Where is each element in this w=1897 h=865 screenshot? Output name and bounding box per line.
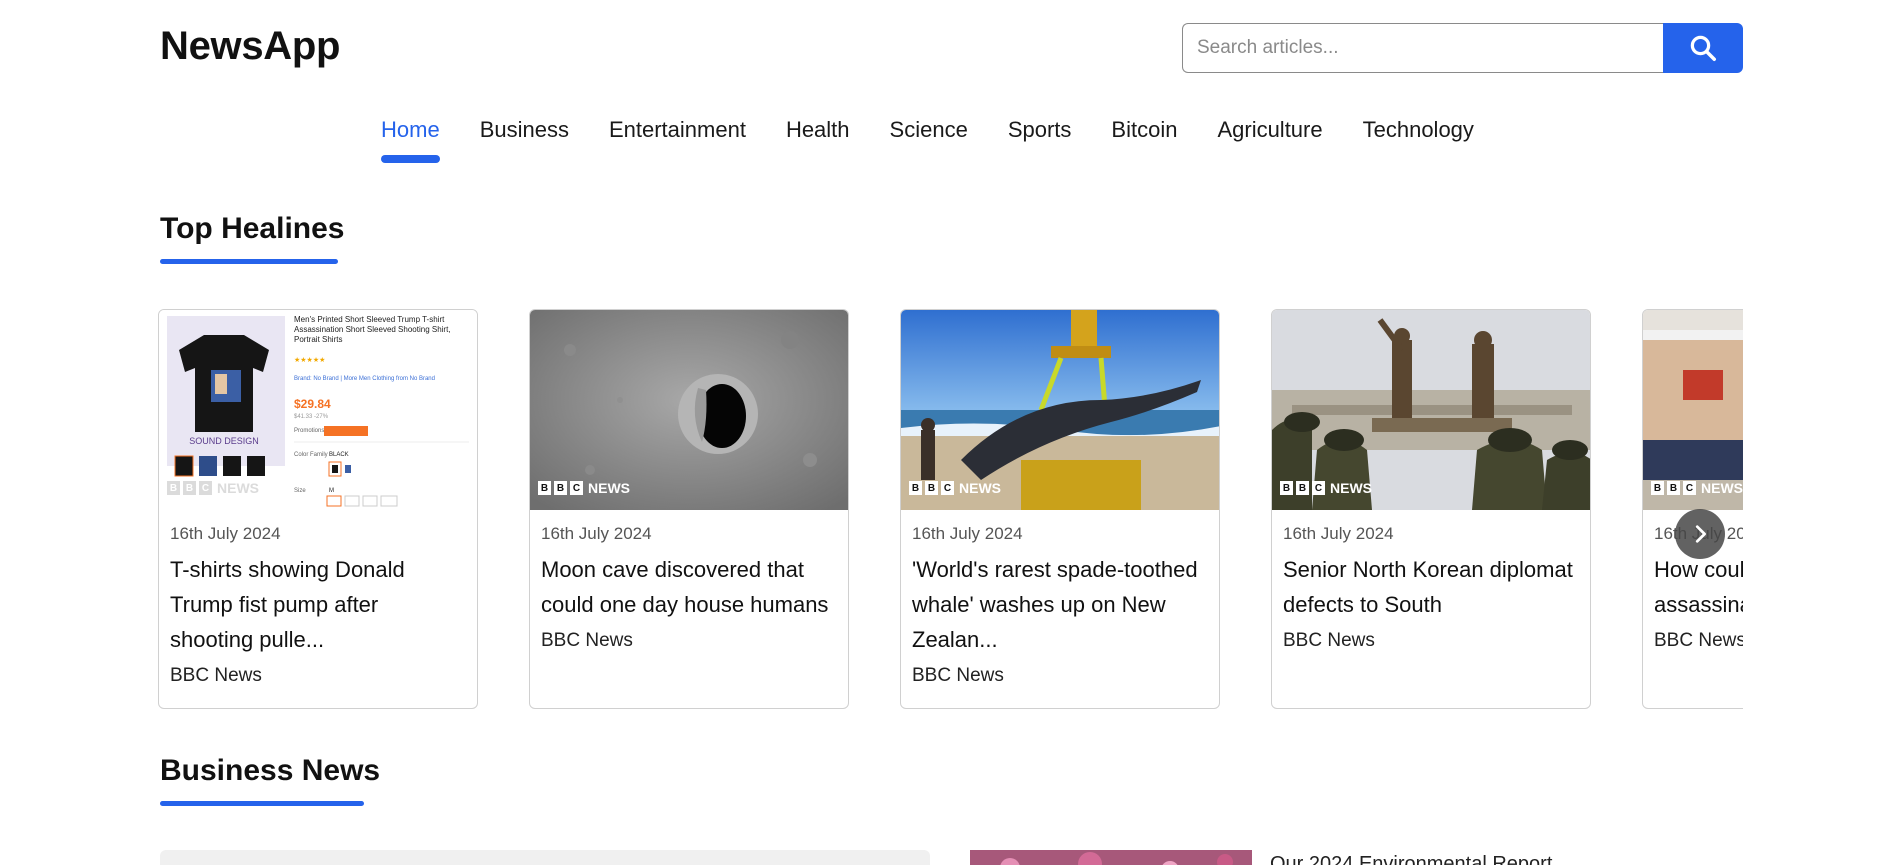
bbc-news-watermark: B B C NEWS (538, 480, 630, 496)
card-source: BBC News (541, 630, 633, 651)
nav-health[interactable]: Health (786, 117, 850, 151)
svg-text:BLACK: BLACK (329, 452, 349, 458)
search-button[interactable] (1663, 23, 1743, 73)
carousel-next-button[interactable] (1675, 509, 1725, 559)
svg-text:Portrait Shirts: Portrait Shirts (294, 335, 342, 344)
card-title[interactable]: Moon cave discovered that could one day … (541, 552, 837, 622)
top-headlines-title: Top Healines (160, 212, 345, 264)
svg-text:Brand: No Brand | More Men Clo: Brand: No Brand | More Men Clothing from… (294, 376, 435, 382)
bbc-news-watermark: B B C NEWS (167, 480, 259, 496)
business-featured-panel[interactable] (160, 850, 930, 865)
nav-bitcoin[interactable]: Bitcoin (1111, 117, 1177, 151)
business-thumbnail[interactable] (970, 850, 1252, 865)
card-image: B B C NEWS (1643, 310, 1743, 510)
headline-card[interactable]: SOUND DESIGN Men's Printed Short Sleeved… (158, 309, 478, 709)
business-news-title: Business News (160, 754, 381, 806)
nav-technology[interactable]: Technology (1363, 117, 1474, 151)
business-headline[interactable]: Our 2024 Environmental Report (1270, 853, 1552, 865)
svg-text:$29.84: $29.84 (294, 397, 331, 411)
svg-text:Assassination Short Sleeved Sh: Assassination Short Sleeved Shooting Shi… (294, 325, 451, 334)
nav-entertainment[interactable]: Entertainment (609, 117, 746, 151)
card-source: BBC News (1654, 630, 1743, 651)
bbc-news-watermark: B B C NEWS (1651, 480, 1743, 496)
bbc-news-watermark: B B C NEWS (909, 480, 1001, 496)
nav-sports[interactable]: Sports (1008, 117, 1072, 151)
svg-text:SOUND DESIGN: SOUND DESIGN (189, 436, 259, 446)
svg-text:Men's Printed Short Sleeved Tr: Men's Printed Short Sleeved Trump T-shir… (294, 315, 445, 324)
card-image: B B C NEWS (1272, 310, 1590, 510)
app-logo[interactable]: NewsApp (160, 24, 340, 69)
card-source: BBC News (1283, 630, 1375, 651)
search-input[interactable] (1182, 23, 1663, 73)
search-icon (1690, 35, 1716, 61)
card-source: BBC News (170, 665, 262, 686)
headline-card[interactable]: B B C NEWS 16th July 2024 'World's rarest s… (900, 309, 1220, 709)
bbc-news-watermark: B B C NEWS (1280, 480, 1372, 496)
card-image: B B C NEWS (901, 310, 1219, 510)
card-title[interactable]: Senior North Korean diplomat defects to … (1283, 552, 1579, 622)
category-nav: Home Business Entertainment Health Scien… (381, 117, 1474, 163)
card-image: SOUND DESIGN Men's Printed Short Sleeved… (159, 310, 477, 510)
svg-text:Color Family: Color Family (294, 452, 328, 458)
card-date: 16th July 2024 (1283, 524, 1394, 543)
card-image: B B C NEWS (530, 310, 848, 510)
search-bar (1182, 23, 1743, 73)
card-date: 16th July 2024 (170, 524, 281, 543)
nav-agriculture[interactable]: Agriculture (1217, 117, 1322, 151)
nav-business[interactable]: Business (480, 117, 569, 151)
card-date: 16th July 2024 (912, 524, 1023, 543)
svg-text:M: M (329, 488, 334, 494)
svg-text:$41.33 -27%: $41.33 -27% (294, 414, 329, 420)
svg-text:Promotions: Promotions (294, 428, 324, 434)
nav-home[interactable]: Home (381, 117, 440, 163)
nav-science[interactable]: Science (890, 117, 968, 151)
chevron-right-icon (1695, 525, 1706, 543)
headlines-carousel: SOUND DESIGN Men's Printed Short Sleeved… (158, 309, 1743, 709)
headline-card[interactable]: B B C NEWS 16th July 2024 Moon cave discove… (529, 309, 849, 709)
card-title[interactable]: T-shirts showing Donald Trump fist pump … (170, 552, 466, 657)
svg-text:★★★★★: ★★★★★ (294, 356, 325, 364)
card-title[interactable]: How could Trump be assassinated with sec… (1654, 552, 1743, 622)
card-date: 16th July 2024 (541, 524, 652, 543)
headline-card[interactable]: B B C NEWS 16th July 2024 Senior North Kore… (1271, 309, 1591, 709)
card-source: BBC News (912, 665, 1004, 686)
card-title[interactable]: 'World's rarest spade-toothed whale' was… (912, 552, 1208, 657)
svg-text:Size: Size (294, 488, 306, 494)
